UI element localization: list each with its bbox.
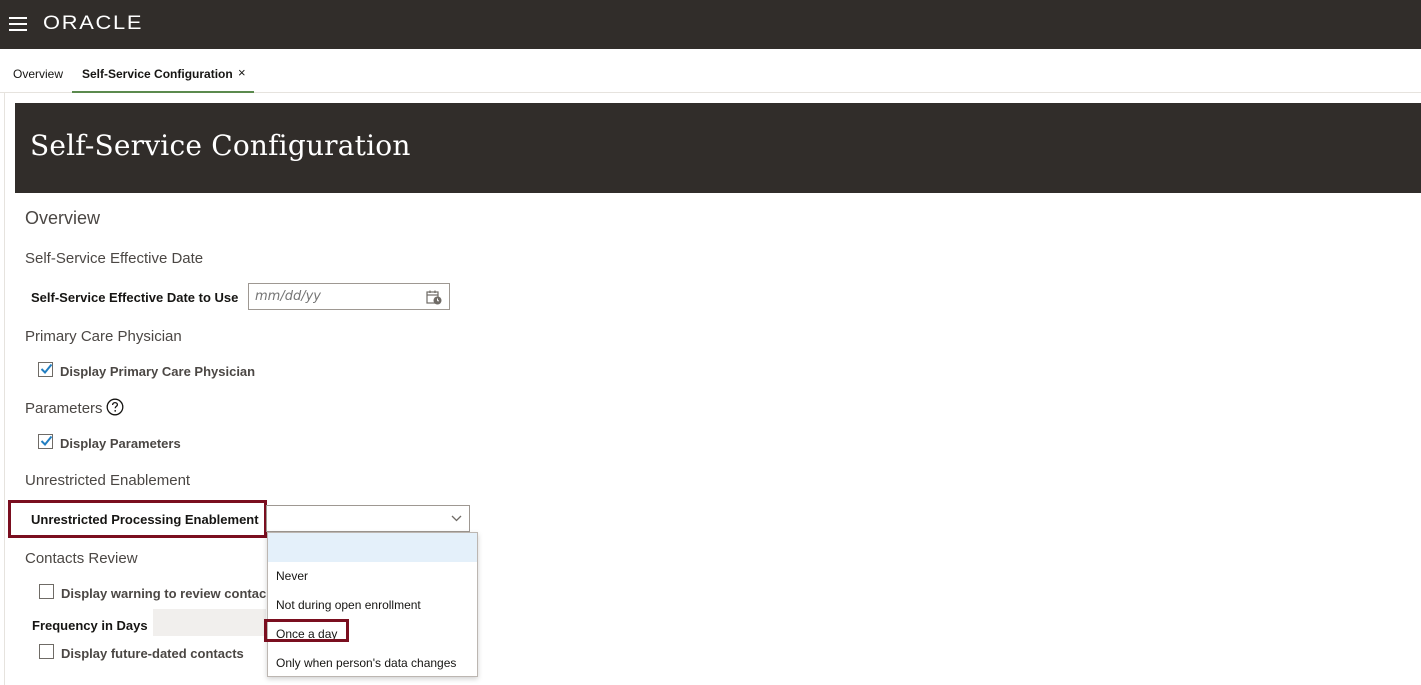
page-header: Self-Service Configuration <box>15 103 1421 193</box>
effective-date-label: Self-Service Effective Date to Use <box>31 290 239 305</box>
dropdown-option-never[interactable]: Never <box>268 561 477 590</box>
tab-label: Self-Service Configuration <box>82 67 233 81</box>
frequency-input[interactable] <box>153 609 266 636</box>
calendar-icon[interactable] <box>426 289 442 305</box>
pcp-heading: Primary Care Physician <box>25 328 182 345</box>
parameters-heading: Parameters <box>25 400 103 417</box>
parameters-checkbox[interactable] <box>38 434 53 449</box>
parameters-checkbox-label[interactable]: Display Parameters <box>60 436 181 451</box>
unrestricted-heading: Unrestricted Enablement <box>25 472 191 489</box>
effective-date-input[interactable] <box>248 283 450 310</box>
contacts-warning-checkbox[interactable] <box>39 584 54 599</box>
option-highlight-box <box>264 619 349 642</box>
dropdown-option-blank[interactable] <box>268 533 477 562</box>
oracle-logo: ORACLE <box>43 13 144 34</box>
chevron-down-icon[interactable] <box>451 514 462 522</box>
help-icon[interactable] <box>106 398 124 416</box>
menu-icon[interactable] <box>8 14 28 34</box>
close-icon[interactable]: × <box>238 66 246 80</box>
effective-date-heading: Self-Service Effective Date <box>25 250 204 267</box>
tab-bar: Overview Self-Service Configuration × <box>0 49 1421 93</box>
check-icon <box>40 435 53 446</box>
dropdown-option-only-when-data-changes[interactable]: Only when person's data changes <box>268 648 477 677</box>
dropdown-option-not-during-open-enrollment[interactable]: Not during open enrollment <box>268 590 477 619</box>
future-contacts-label[interactable]: Display future-dated contacts <box>61 646 244 661</box>
pcp-checkbox-label[interactable]: Display Primary Care Physician <box>60 364 255 379</box>
content-border <box>4 93 5 685</box>
frequency-label: Frequency in Days <box>32 618 148 633</box>
tab-overview[interactable]: Overview <box>13 49 63 93</box>
pcp-checkbox[interactable] <box>38 362 53 377</box>
top-bar: ORACLE <box>0 0 1421 49</box>
future-contacts-checkbox[interactable] <box>39 644 54 659</box>
overview-heading: Overview <box>25 208 101 228</box>
unrestricted-label: Unrestricted Processing Enablement <box>31 512 259 527</box>
tab-self-service-configuration[interactable]: Self-Service Configuration × <box>72 49 254 93</box>
contacts-heading: Contacts Review <box>25 550 138 567</box>
check-icon <box>40 363 53 374</box>
page-title: Self-Service Configuration <box>30 129 411 162</box>
contacts-warning-label[interactable]: Display warning to review contac <box>61 586 266 601</box>
unrestricted-dropdown-list: Never Not during open enrollment Once a … <box>267 532 478 677</box>
unrestricted-select[interactable] <box>266 505 470 532</box>
